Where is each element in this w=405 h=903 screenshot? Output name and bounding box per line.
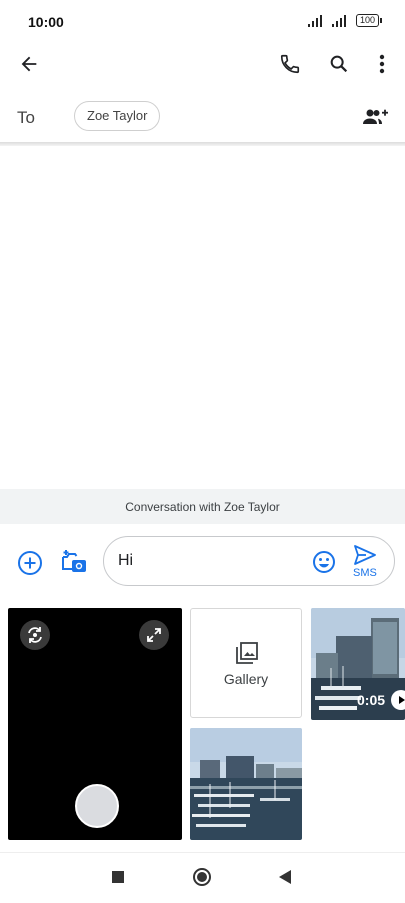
switch-camera-button[interactable] [20, 620, 50, 650]
more-options-button[interactable] [368, 49, 396, 79]
signal-icon [307, 14, 322, 27]
camera-gallery-button[interactable] [58, 547, 90, 577]
recipient-chip[interactable]: Zoe Taylor [74, 101, 161, 131]
shutter-button[interactable] [75, 784, 119, 828]
emoji-button[interactable] [311, 549, 337, 575]
add-circle-icon [18, 551, 42, 575]
more-vert-icon [379, 54, 385, 74]
group-add-icon [363, 109, 388, 124]
video-duration: 0:05 [357, 692, 386, 708]
fullscreen-camera-button[interactable] [139, 620, 169, 650]
search-button[interactable] [324, 49, 354, 79]
photo-thumbnail[interactable] [190, 728, 302, 840]
add-photo-icon [62, 550, 86, 572]
harbor-photo-image [190, 728, 302, 840]
add-recipient-button[interactable] [360, 105, 390, 129]
video-thumbnail[interactable]: 0:05 [311, 608, 405, 720]
arrow-back-icon [21, 56, 37, 72]
status-icons: 100 [307, 14, 383, 27]
expand-icon [147, 628, 161, 642]
battery-indicator: 100 [355, 14, 383, 27]
send-button[interactable] [353, 544, 377, 566]
conversation-label: Conversation with Zoe Taylor [0, 489, 405, 524]
emoji-icon [313, 551, 335, 573]
switch-camera-icon [28, 627, 42, 643]
play-icon [391, 690, 405, 710]
signal-icon-2 [331, 14, 346, 27]
search-icon [330, 55, 348, 73]
gallery-label: Gallery [223, 671, 269, 687]
call-button[interactable] [275, 49, 305, 79]
back-triangle-icon[interactable] [279, 870, 291, 889]
gallery-icon [236, 642, 258, 664]
status-time: 10:00 [28, 14, 64, 30]
message-input[interactable] [103, 536, 395, 586]
phone-icon [280, 54, 300, 74]
send-sms-label[interactable]: SMS [353, 567, 377, 579]
back-button[interactable] [14, 49, 44, 79]
attach-button[interactable] [15, 548, 45, 578]
message-input-text[interactable]: Hi [118, 552, 133, 570]
home-circle-icon[interactable] [193, 868, 211, 886]
gallery-tile[interactable]: Gallery [190, 608, 302, 718]
send-icon [354, 545, 376, 565]
to-label: To [17, 108, 35, 127]
message-list[interactable] [0, 146, 405, 489]
recents-square-icon[interactable] [112, 871, 124, 883]
